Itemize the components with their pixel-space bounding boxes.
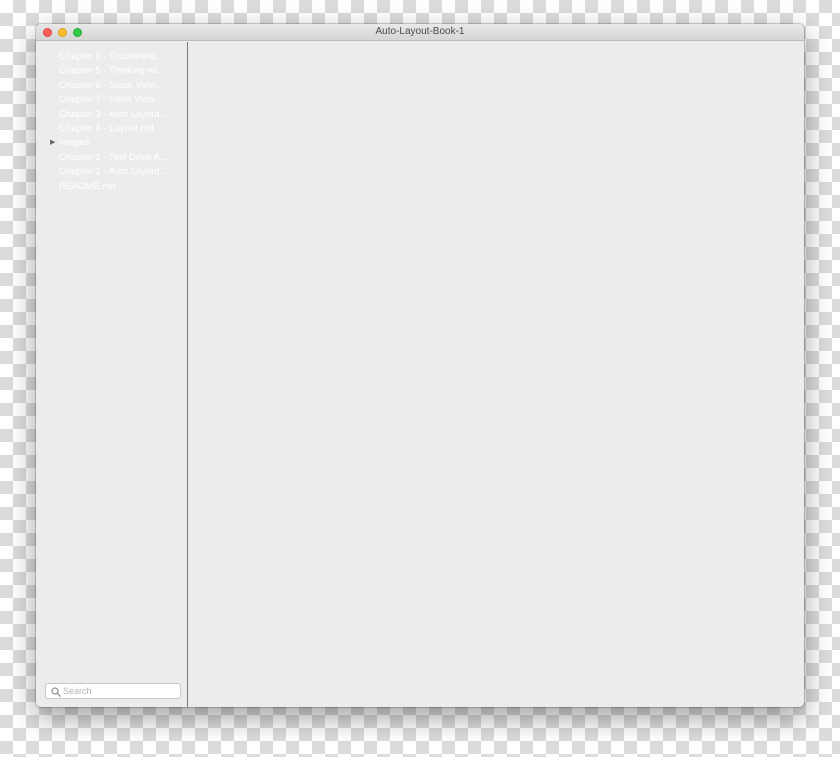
file-item-label: Chapter 2 - Test Drive A...: [59, 151, 168, 163]
file-item-chapter-8[interactable]: Chapter 8 - Troublesho...: [36, 50, 187, 64]
file-item-chapter-6[interactable]: Chapter 6 - Stack View...: [36, 79, 187, 93]
file-item-label: Chapter 6 - Stack View...: [59, 79, 164, 91]
file-item-chapter-5[interactable]: Chapter 5 - Thinking wi...: [36, 64, 187, 78]
folder-item-label: images: [59, 137, 90, 149]
file-item-readme[interactable]: README.md: [36, 180, 187, 194]
file-item-label: Chapter 5 - Thinking wi...: [59, 65, 165, 77]
editor-area[interactable]: [189, 42, 804, 707]
search-icon: [51, 687, 61, 697]
file-item-label: Chapter 1 - Auto Layout...: [59, 166, 168, 178]
file-item-label: README.md: [59, 180, 116, 192]
file-item-chapter-4[interactable]: Chapter 4 - Layout.md: [36, 122, 187, 136]
app-window: Auto-Layout-Book-1 Chapter 8 - Troublesh…: [36, 24, 804, 707]
file-list: Chapter 8 - Troublesho... Chapter 5 - Th…: [36, 42, 187, 194]
file-item-label: Chapter 7 - Table View...: [59, 94, 163, 106]
file-item-chapter-3[interactable]: Chapter 3 - Auto Layout...: [36, 108, 187, 122]
search-field[interactable]: [45, 683, 181, 699]
file-item-chapter-1[interactable]: Chapter 1 - Auto Layout...: [36, 165, 187, 179]
file-item-label: Chapter 8 - Troublesho...: [59, 51, 165, 62]
title-bar[interactable]: Auto-Layout-Book-1: [36, 24, 804, 41]
window-title: Auto-Layout-Book-1: [375, 26, 465, 37]
folder-item-images[interactable]: ▶ images: [36, 136, 187, 150]
sidebar: Chapter 8 - Troublesho... Chapter 5 - Th…: [36, 42, 188, 707]
file-item-chapter-7[interactable]: Chapter 7 - Table View...: [36, 93, 187, 107]
file-item-label: Chapter 4 - Layout.md: [59, 122, 154, 134]
file-item-label: Chapter 3 - Auto Layout...: [59, 108, 168, 120]
search-input[interactable]: [63, 685, 175, 697]
disclosure-triangle-right-icon[interactable]: ▶: [50, 136, 55, 150]
file-item-chapter-2[interactable]: Chapter 2 - Test Drive A...: [36, 151, 187, 165]
